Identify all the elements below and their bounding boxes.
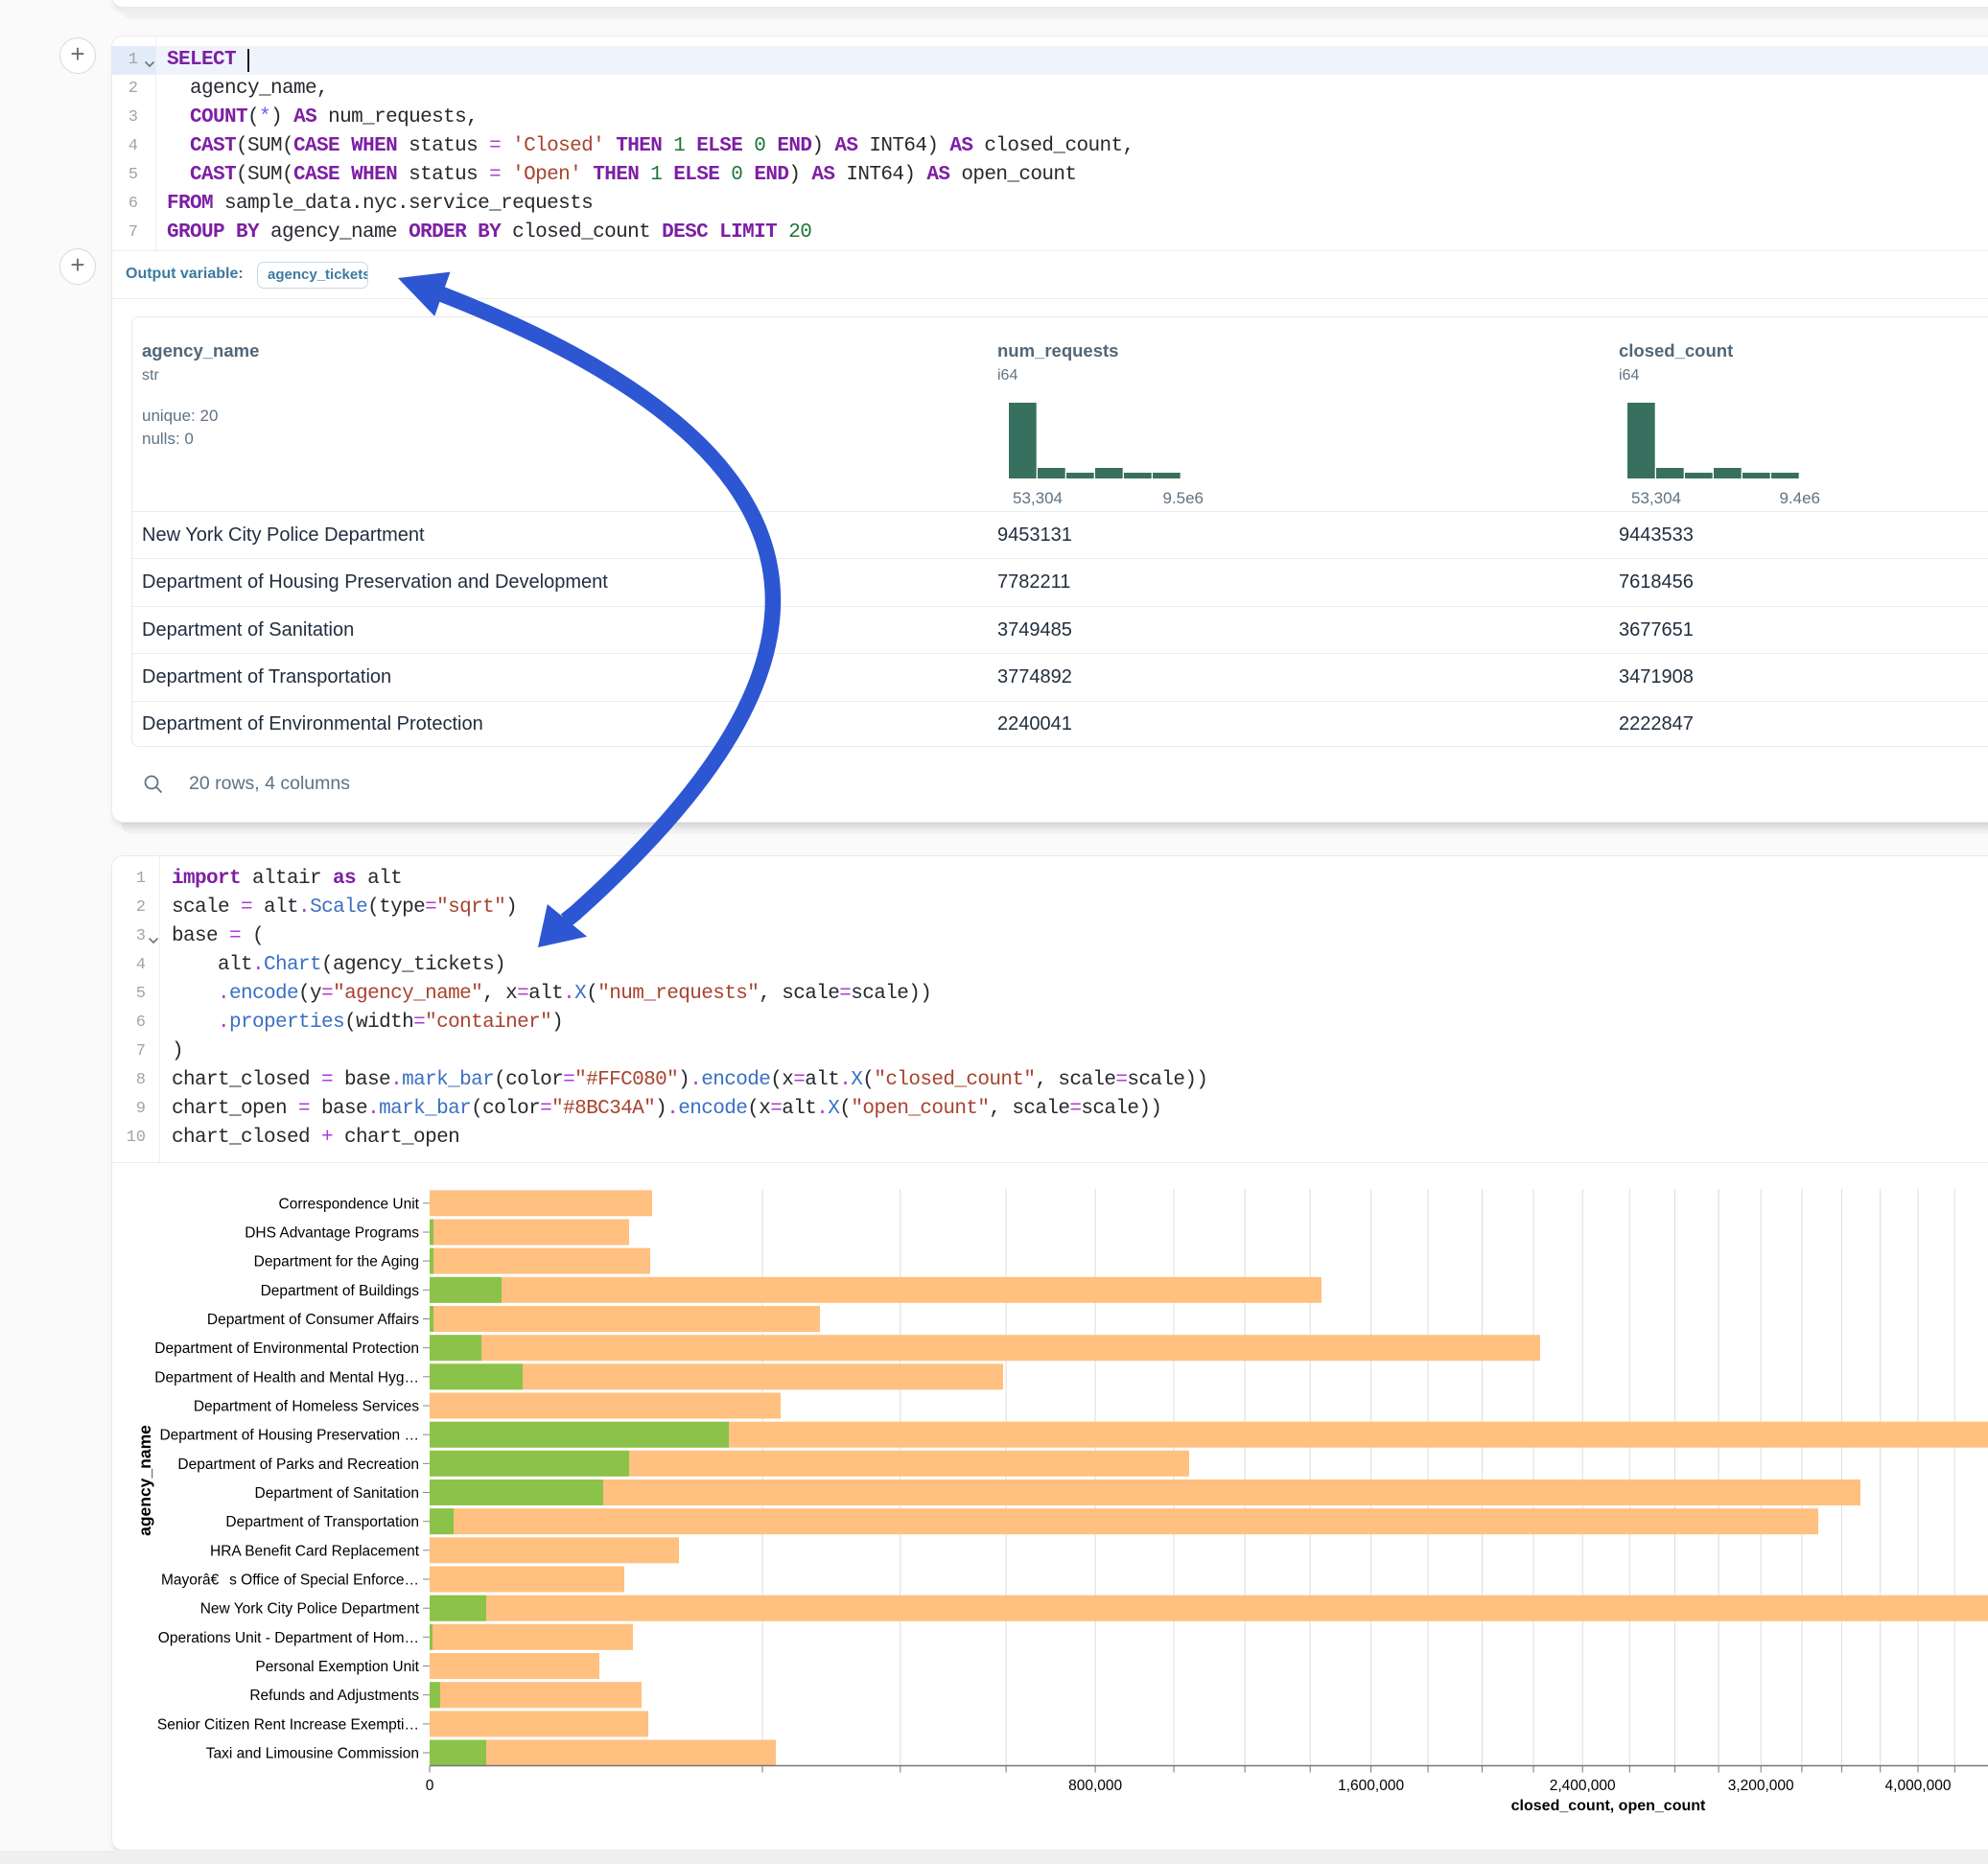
svg-text:1,600,000: 1,600,000: [1338, 1778, 1404, 1794]
svg-text:New York City Police Departmen: New York City Police Department: [200, 1601, 420, 1618]
svg-text:DHS Advantage Programs: DHS Advantage Programs: [245, 1225, 419, 1242]
svg-text:3,200,000: 3,200,000: [1728, 1778, 1794, 1794]
svg-text:Taxi and Limousine Commission: Taxi and Limousine Commission: [206, 1746, 419, 1762]
svg-text:HRA Benefit Card Replacement: HRA Benefit Card Replacement: [210, 1543, 420, 1559]
svg-text:Department of Homeless Service: Department of Homeless Services: [194, 1399, 419, 1415]
svg-text:Department of Parks and Recrea: Department of Parks and Recreation: [177, 1456, 419, 1473]
svg-text:Department of Environmental Pr: Department of Environmental Protection: [154, 1340, 419, 1357]
svg-text:Senior Citizen Rent Increase E: Senior Citizen Rent Increase Exempti…: [157, 1716, 419, 1733]
svg-text:Personal Exemption Unit: Personal Exemption Unit: [255, 1659, 419, 1675]
svg-text:0: 0: [426, 1778, 434, 1794]
svg-text:Mayorâ€ s Office of Special E: Mayorâ€ s Office of Special Enforce…: [161, 1573, 419, 1589]
svg-text:Operations Unit - Department o: Operations Unit - Department of Hom…: [158, 1630, 419, 1646]
svg-text:Correspondence Unit: Correspondence Unit: [279, 1196, 420, 1212]
svg-text:2,400,000: 2,400,000: [1550, 1778, 1616, 1794]
svg-text:Department of Housing Preserva: Department of Housing Preservation …: [159, 1428, 419, 1444]
svg-text:closed_count, open_count: closed_count, open_count: [1511, 1798, 1706, 1814]
svg-text:Department of Buildings: Department of Buildings: [261, 1283, 420, 1299]
svg-text:4,000,000: 4,000,000: [1885, 1778, 1952, 1794]
svg-text:Department of Health and Menta: Department of Health and Mental Hyg…: [154, 1369, 419, 1386]
svg-text:Department of Consumer Affairs: Department of Consumer Affairs: [207, 1312, 419, 1328]
svg-text:Refunds and Adjustments: Refunds and Adjustments: [249, 1688, 419, 1704]
svg-text:Department for the Aging: Department for the Aging: [254, 1254, 419, 1270]
svg-text:agency_name: agency_name: [135, 1425, 154, 1536]
svg-text:Department of Sanitation: Department of Sanitation: [255, 1485, 419, 1502]
svg-text:Department of Transportation: Department of Transportation: [225, 1514, 419, 1530]
svg-text:800,000: 800,000: [1068, 1778, 1122, 1794]
